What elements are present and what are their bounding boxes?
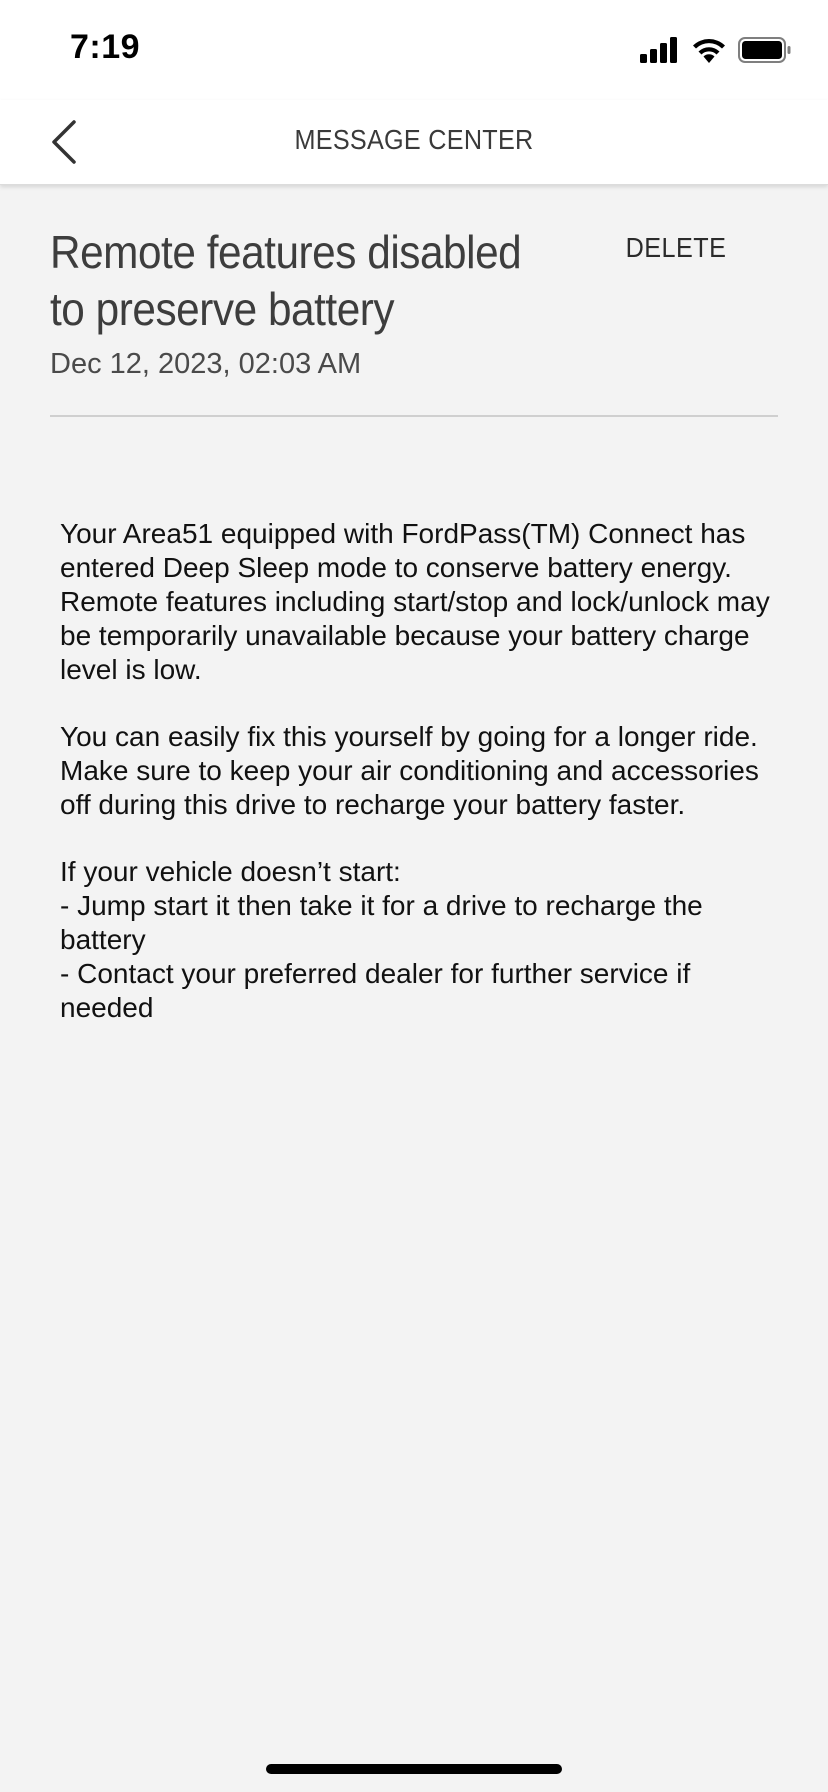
message-paragraph: You can easily fix this yourself by goin… <box>60 721 759 820</box>
message-body: Your Area51 equipped with FordPass(TM) C… <box>50 517 776 1025</box>
no-start-step: - Contact your preferred dealer for furt… <box>60 958 691 1023</box>
home-indicator <box>266 1764 562 1774</box>
wifi-icon <box>693 39 725 63</box>
nav-bar: MESSAGE CENTER <box>0 100 828 185</box>
page-title: MESSAGE CENTER <box>294 124 534 155</box>
status-icons <box>640 36 792 64</box>
message-paragraph: Your Area51 equipped with FordPass(TM) C… <box>60 518 770 685</box>
battery-icon <box>738 37 791 63</box>
message-title: Remote features disabled to preserve bat… <box>50 226 522 335</box>
no-start-heading: If your vehicle doesn’t start: <box>60 856 401 887</box>
no-start-section: If your vehicle doesn’t start: - Jump st… <box>60 855 776 1025</box>
status-time: 7:19 <box>70 28 141 66</box>
message-date: Dec 12, 2023, 02:03 AM <box>50 348 362 380</box>
divider <box>50 415 778 417</box>
signal-icon <box>640 37 677 63</box>
message-header: Remote features disabled to preserve bat… <box>50 184 778 381</box>
delete-button[interactable]: DELETE <box>626 232 727 264</box>
no-start-step: - Jump start it then take it for a drive… <box>60 890 703 955</box>
status-bar: 7:19 <box>0 0 828 100</box>
message-detail: Remote features disabled to preserve bat… <box>50 184 778 1058</box>
